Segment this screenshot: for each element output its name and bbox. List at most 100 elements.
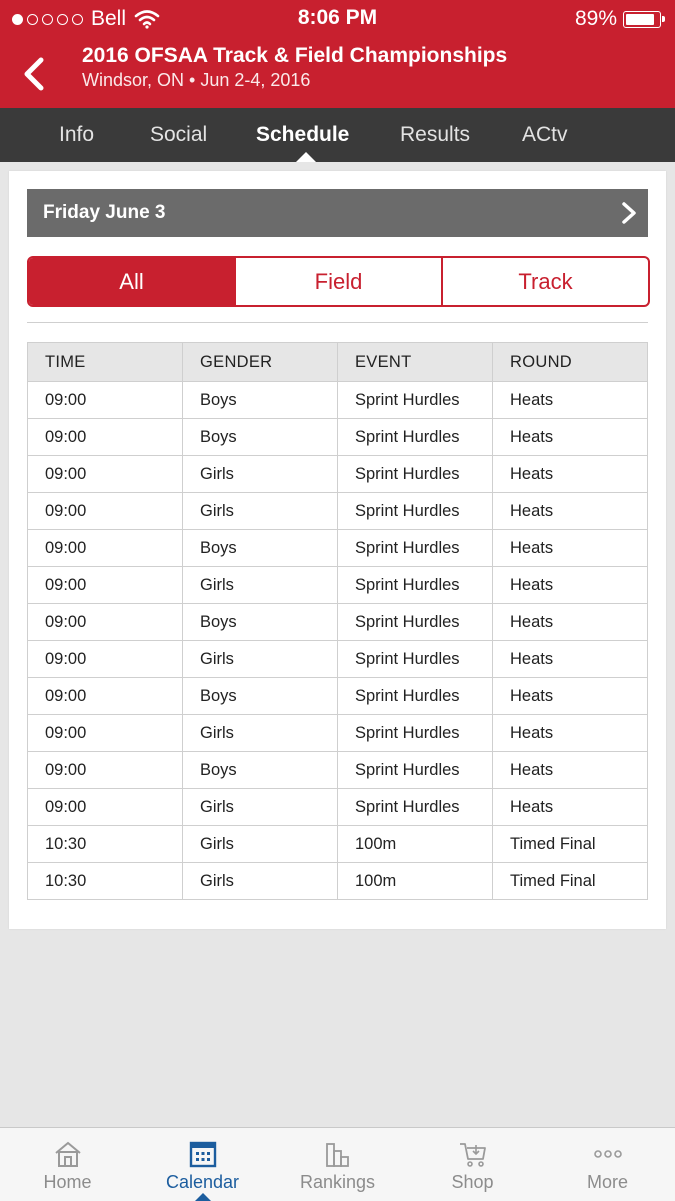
cell-time: 09:00	[27, 418, 183, 456]
cell-round: Heats	[492, 529, 648, 567]
nav-shop[interactable]: Shop	[405, 1128, 540, 1201]
cell-round: Heats	[492, 677, 648, 715]
divider	[27, 322, 648, 323]
nav-calendar-label: Calendar	[165, 1172, 240, 1192]
table-row: 09:00 Girls Sprint Hurdles Heats	[27, 566, 648, 604]
status-time: 8:06 PM	[297, 6, 378, 29]
battery-icon	[623, 10, 665, 28]
table-row: 10:30 Girls 100m Timed Final	[27, 825, 648, 863]
cell-gender: Girls	[182, 862, 338, 900]
cell-gender: Girls	[182, 566, 338, 604]
day-selector[interactable]: Friday June 3	[27, 189, 648, 237]
table-row: 09:00 Girls Sprint Hurdles Heats	[27, 788, 648, 826]
table-header-row: TIME GENDER EVENT ROUND	[27, 342, 648, 382]
rankings-icon	[325, 1143, 349, 1167]
cell-event: Sprint Hurdles	[337, 492, 493, 530]
cell-gender: Girls	[182, 788, 338, 826]
cell-time: 10:30	[27, 862, 183, 900]
back-chevron-icon[interactable]	[20, 56, 50, 92]
cell-time: 09:00	[27, 566, 183, 604]
status-bar: Bell 8:06 PM 89%	[0, 0, 675, 38]
cell-round: Heats	[492, 788, 648, 826]
table-row: 09:00 Boys Sprint Hurdles Heats	[27, 418, 648, 456]
cell-event: Sprint Hurdles	[337, 455, 493, 493]
cell-event: Sprint Hurdles	[337, 714, 493, 752]
table-row: 09:00 Girls Sprint Hurdles Heats	[27, 714, 648, 752]
column-header-gender: GENDER	[182, 342, 338, 382]
cell-gender: Boys	[182, 603, 338, 641]
cell-round: Heats	[492, 566, 648, 604]
cell-time: 09:00	[27, 492, 183, 530]
cell-round: Heats	[492, 751, 648, 789]
nav-more-label: More	[586, 1172, 628, 1192]
cell-gender: Girls	[182, 825, 338, 863]
cell-event: Sprint Hurdles	[337, 381, 493, 419]
table-row: 09:00 Boys Sprint Hurdles Heats	[27, 603, 648, 641]
filter-all[interactable]: All	[29, 258, 234, 305]
event-filter: All Field Track	[27, 256, 650, 307]
cell-round: Timed Final	[492, 862, 648, 900]
cell-event: Sprint Hurdles	[337, 603, 493, 641]
battery-percent: 89%	[574, 7, 617, 30]
cell-gender: Boys	[182, 677, 338, 715]
filter-track[interactable]: Track	[441, 258, 648, 305]
cell-gender: Girls	[182, 492, 338, 530]
tab-results[interactable]: Results	[400, 108, 470, 162]
cell-event: Sprint Hurdles	[337, 640, 493, 678]
cell-event: 100m	[337, 825, 493, 863]
column-header-event: EVENT	[337, 342, 493, 382]
filter-field[interactable]: Field	[234, 258, 441, 305]
cell-time: 10:30	[27, 825, 183, 863]
column-header-round: ROUND	[492, 342, 648, 382]
nav-rankings[interactable]: Rankings	[270, 1128, 405, 1201]
section-tabs: Info Social Schedule Results ACtv	[0, 108, 675, 162]
cell-round: Heats	[492, 714, 648, 752]
cell-event: Sprint Hurdles	[337, 677, 493, 715]
cell-round: Timed Final	[492, 825, 648, 863]
cell-event: 100m	[337, 862, 493, 900]
cell-event: Sprint Hurdles	[337, 566, 493, 604]
cell-gender: Boys	[182, 418, 338, 456]
page-title: 2016 OFSAA Track & Field Championships	[82, 44, 508, 67]
table-row: 09:00 Boys Sprint Hurdles Heats	[27, 529, 648, 567]
nav-home-label: Home	[43, 1172, 92, 1192]
table-row: 09:00 Boys Sprint Hurdles Heats	[27, 751, 648, 789]
tab-actv[interactable]: ACtv	[522, 108, 568, 162]
calendar-icon	[189, 1141, 216, 1168]
cell-time: 09:00	[27, 455, 183, 493]
cell-time: 09:00	[27, 603, 183, 641]
tab-social[interactable]: Social	[150, 108, 207, 162]
nav-shop-label: Shop	[451, 1172, 494, 1192]
cell-gender: Boys	[182, 381, 338, 419]
nav-calendar[interactable]: Calendar	[135, 1128, 270, 1201]
table-row: 09:00 Boys Sprint Hurdles Heats	[27, 381, 648, 419]
tab-info[interactable]: Info	[59, 108, 94, 162]
nav-more[interactable]: More	[540, 1128, 675, 1201]
cell-gender: Boys	[182, 751, 338, 789]
home-icon	[54, 1141, 81, 1167]
cell-event: Sprint Hurdles	[337, 529, 493, 567]
cell-gender: Girls	[182, 455, 338, 493]
cell-time: 09:00	[27, 751, 183, 789]
cell-event: Sprint Hurdles	[337, 751, 493, 789]
bottom-tab-bar: Home Calendar Rankings Shop More	[0, 1127, 675, 1201]
table-row: 10:30 Girls 100m Timed Final	[27, 862, 648, 900]
battery-status: 89%	[574, 7, 665, 31]
cell-round: Heats	[492, 492, 648, 530]
page-subtitle: Windsor, ON • Jun 2-4, 2016	[82, 70, 311, 90]
cart-icon	[459, 1143, 486, 1167]
cell-round: Heats	[492, 381, 648, 419]
chevron-right-icon	[622, 202, 636, 224]
cell-time: 09:00	[27, 714, 183, 752]
cell-time: 09:00	[27, 529, 183, 567]
cell-time: 09:00	[27, 677, 183, 715]
cell-time: 09:00	[27, 788, 183, 826]
cell-round: Heats	[492, 418, 648, 456]
nav-home[interactable]: Home	[0, 1128, 135, 1201]
nav-rankings-label: Rankings	[299, 1172, 376, 1192]
cell-time: 09:00	[27, 381, 183, 419]
column-header-time: TIME	[27, 342, 183, 382]
app-header: Bell 8:06 PM 89% 2016 OFSAA Track & Fiel…	[0, 0, 675, 108]
cell-time: 09:00	[27, 640, 183, 678]
more-icon	[593, 1150, 622, 1158]
